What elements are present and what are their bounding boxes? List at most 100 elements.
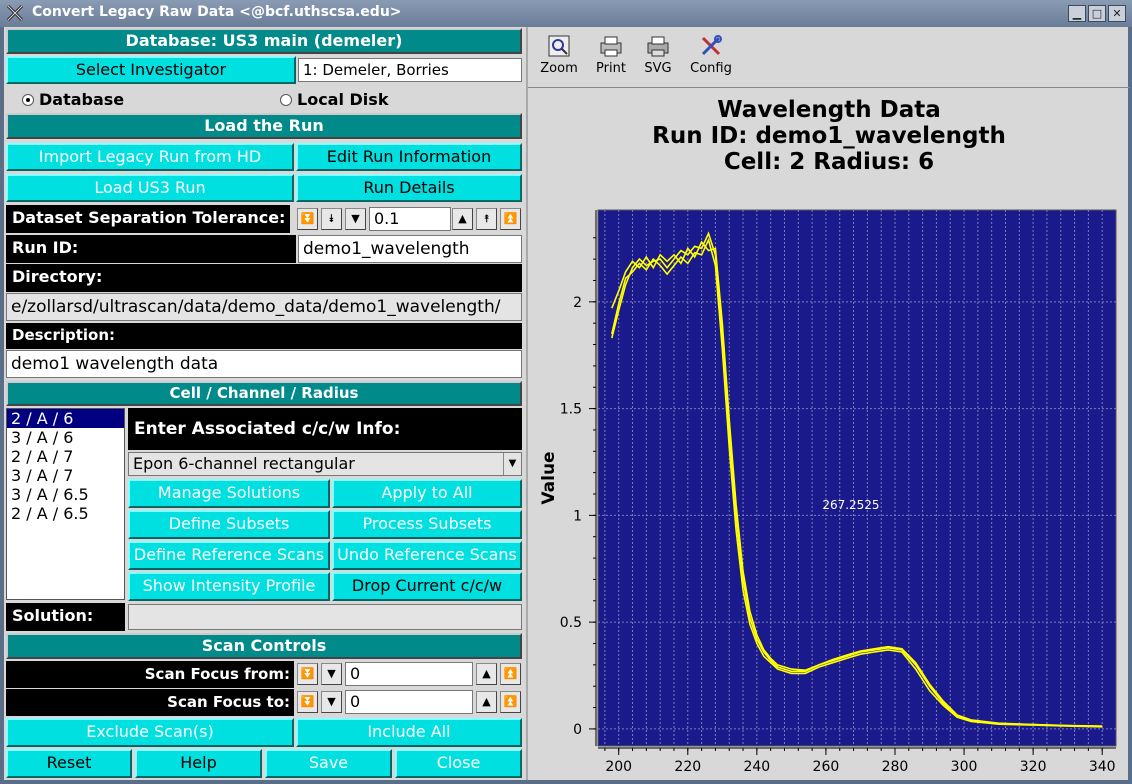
zoom-icon [548, 35, 570, 57]
process-subsets-button[interactable]: Process Subsets [332, 510, 522, 539]
scan-from-fast-up-icon[interactable]: ⏫ [500, 663, 521, 685]
load-us3-run-button[interactable]: Load US3 Run [6, 174, 294, 202]
x-tick-label: 340 [1089, 759, 1116, 775]
window-titlebar: Convert Legacy Raw Data <@bcf.uthscsa.ed… [0, 0, 1132, 27]
plot-area [597, 209, 1117, 747]
manage-solutions-button[interactable]: Manage Solutions [128, 479, 330, 508]
fast-down-icon[interactable]: ⯯ [321, 208, 342, 230]
close-button[interactable]: Close [395, 749, 522, 778]
x-tick-label: 260 [813, 759, 840, 775]
scan-to-fast-up-icon[interactable]: ⏫ [500, 691, 521, 713]
zoom-tool[interactable]: Zoom [536, 33, 582, 76]
undo-reference-scans-button[interactable]: Undo Reference Scans [332, 541, 522, 570]
select-investigator-button[interactable]: Select Investigator [6, 56, 296, 84]
chart-title-line-1: Wavelength Data [717, 97, 941, 123]
ccr-list[interactable]: 2 / A / 6 3 / A / 6 2 / A / 7 3 / A / 7 … [6, 408, 125, 600]
scan-from-input[interactable]: 0 [345, 662, 473, 686]
x-tick-label: 220 [674, 759, 701, 775]
directory-label: Directory: [6, 264, 522, 292]
help-button[interactable]: Help [135, 749, 262, 778]
include-all-button[interactable]: Include All [296, 718, 522, 747]
ccw-label: Enter Associated c/c/w Info: [128, 408, 522, 450]
ccr-banner: Cell / Channel / Radius [6, 381, 522, 406]
y-tick-label: 2 [573, 295, 582, 311]
solution-field [128, 604, 522, 630]
scan-to-down-icon[interactable]: ▼ [321, 691, 342, 713]
ccr-item[interactable]: 2 / A / 6.5 [7, 504, 124, 523]
x-app-icon [6, 4, 24, 22]
run-details-button[interactable]: Run Details [296, 174, 522, 202]
import-legacy-run-button[interactable]: Import Legacy Run from HD [6, 143, 294, 171]
radio-selected-icon [22, 94, 34, 106]
up-icon[interactable]: ▲ [452, 208, 473, 230]
ccr-item[interactable]: 3 / A / 6 [7, 428, 124, 447]
svg-tool[interactable]: SVG [638, 33, 678, 76]
scan-to-fast-down-icon[interactable]: ⏬ [297, 691, 318, 713]
scan-from-up-icon[interactable]: ▲ [476, 663, 497, 685]
double-down-icon[interactable]: ⏬ [297, 208, 318, 230]
y-tick-label: 0.5 [560, 615, 582, 631]
x-axis-label: Wavelength [800, 775, 914, 777]
tolerance-label: Dataset Separation Tolerance: [6, 205, 290, 233]
scan-to-label: Scan Focus to: [6, 689, 294, 716]
radio-database-label: Database [39, 90, 125, 109]
drop-current-ccw-button[interactable]: Drop Current c/c/w [332, 572, 522, 601]
close-window-button[interactable]: ✕ [1108, 5, 1126, 22]
radio-unselected-icon [280, 94, 292, 106]
chart-title-line-2: Run ID: demo1_wavelength [652, 123, 1006, 149]
apply-to-all-button[interactable]: Apply to All [332, 479, 522, 508]
printer-icon [600, 36, 622, 57]
print-label: Print [596, 61, 626, 76]
maximize-button[interactable]: □ [1088, 5, 1106, 22]
define-reference-scans-button[interactable]: Define Reference Scans [128, 541, 330, 570]
run-id-label: Run ID: [6, 235, 296, 263]
ccr-item[interactable]: 2 / A / 6 [7, 409, 124, 428]
double-up-icon[interactable]: ⏫ [500, 208, 521, 230]
plot-panel: Zoom Print SVG Config Wavelength Data Ru… [526, 27, 1130, 780]
chevron-down-icon[interactable]: ▼ [503, 453, 521, 475]
main-window: Database: US3 main (demeler) Select Inve… [4, 27, 1130, 780]
load-run-banner: Load the Run [6, 113, 522, 139]
centerpiece-select[interactable]: Epon 6-channel rectangular ▼ [128, 452, 522, 476]
run-id-input[interactable]: demo1_wavelength [298, 235, 522, 263]
x-tick-label: 320 [1020, 759, 1047, 775]
y-tick-label: 1 [573, 508, 582, 524]
exclude-scans-button[interactable]: Exclude Scan(s) [6, 718, 294, 747]
scan-to-up-icon[interactable]: ▲ [476, 691, 497, 713]
radio-local-disk[interactable]: Local Disk [280, 90, 388, 109]
define-subsets-button[interactable]: Define Subsets [128, 510, 330, 539]
y-tick-label: 1.5 [560, 402, 582, 418]
ccr-item[interactable]: 2 / A / 7 [7, 447, 124, 466]
radio-database[interactable]: Database [22, 90, 124, 109]
edit-run-info-button[interactable]: Edit Run Information [296, 143, 522, 171]
svg-label: SVG [644, 61, 672, 76]
scan-to-input[interactable]: 0 [345, 690, 473, 714]
x-tick-label: 300 [951, 759, 978, 775]
left-panel: Database: US3 main (demeler) Select Inve… [4, 27, 524, 780]
investigator-field[interactable]: 1: Demeler, Borries [298, 58, 522, 82]
centerpiece-value: Epon 6-channel rectangular [133, 454, 355, 473]
tolerance-input[interactable]: 0.1 [369, 207, 451, 231]
scan-from-fast-down-icon[interactable]: ⏬ [297, 663, 318, 685]
minimize-button[interactable]: ▁ [1068, 5, 1086, 22]
reset-button[interactable]: Reset [6, 749, 132, 778]
scan-from-down-icon[interactable]: ▼ [321, 663, 342, 685]
zoom-label: Zoom [540, 61, 578, 76]
config-tool[interactable]: Config [688, 33, 734, 76]
wavelength-chart[interactable]: 200 220 240 260 280 300 320 340 0 0.5 1 1.5 2 267.25… [528, 177, 1130, 777]
svg-export-icon [647, 36, 669, 57]
x-tick-label: 280 [882, 759, 909, 775]
directory-field: e/zollarsd/ultrascan/data/demo_data/demo… [6, 293, 522, 321]
database-banner: Database: US3 main (demeler) [6, 28, 522, 54]
config-label: Config [690, 61, 732, 76]
ccr-item[interactable]: 3 / A / 6.5 [7, 485, 124, 504]
ccr-item[interactable]: 3 / A / 7 [7, 466, 124, 485]
show-intensity-profile-button[interactable]: Show Intensity Profile [128, 572, 330, 601]
save-button[interactable]: Save [265, 749, 392, 778]
y-tick-label: 0 [573, 722, 582, 738]
down-icon[interactable]: ▼ [345, 208, 366, 230]
description-input[interactable]: demo1 wavelength data [6, 350, 522, 378]
fast-up-icon[interactable]: ⯭ [476, 208, 497, 230]
toolbar-separator [528, 87, 1130, 88]
print-tool[interactable]: Print [590, 33, 632, 76]
